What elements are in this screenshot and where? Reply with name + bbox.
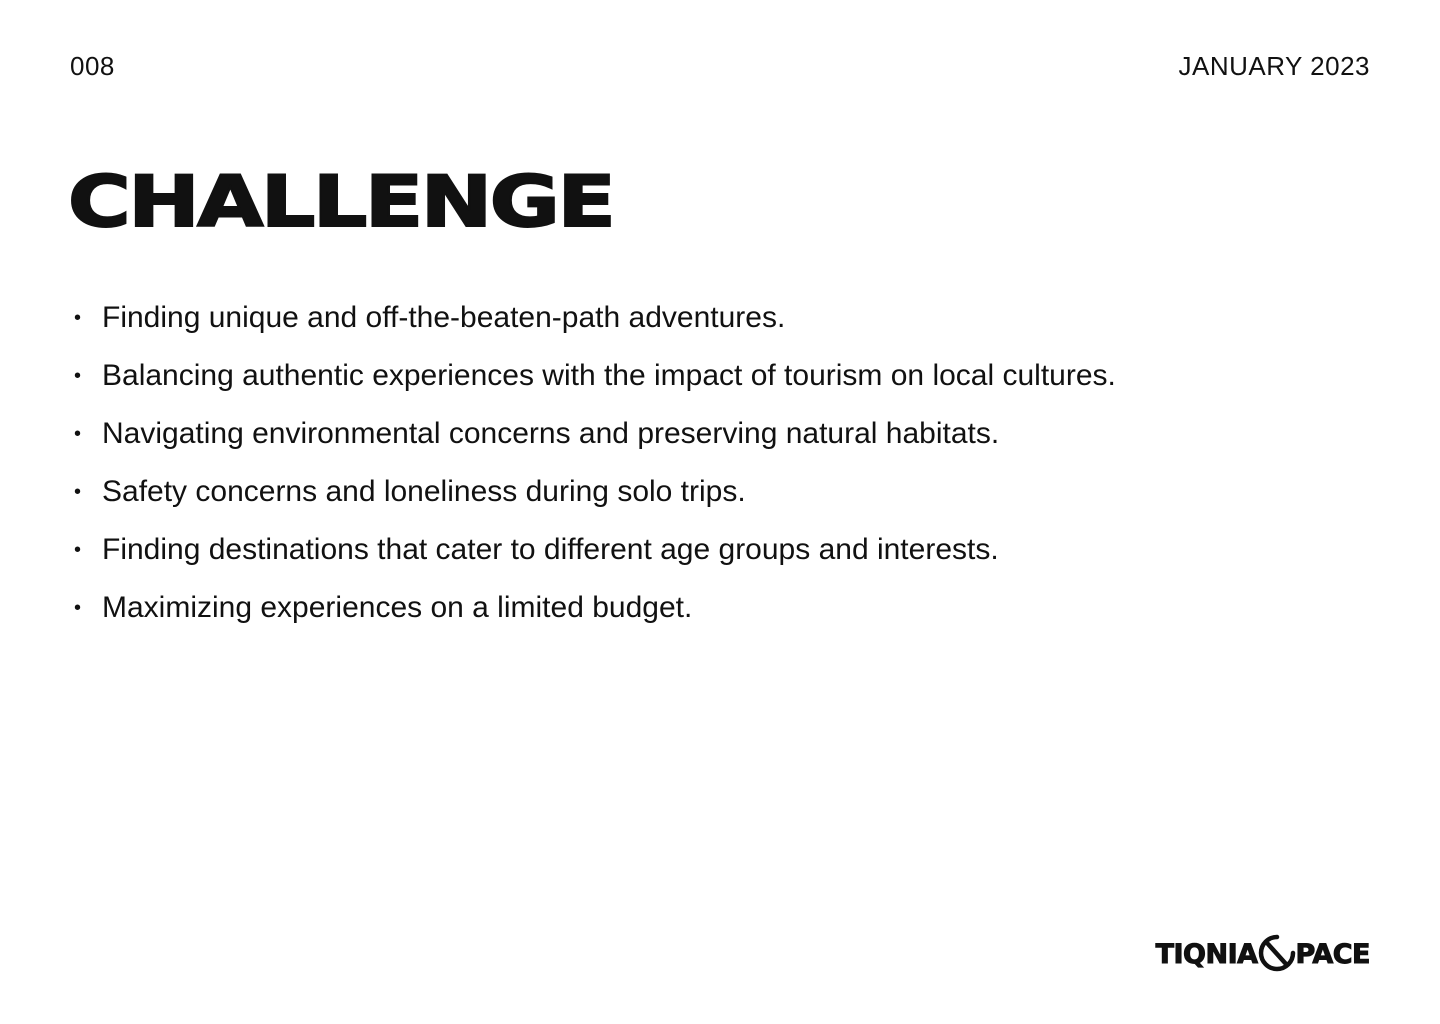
bullet-icon: • [74, 307, 82, 329]
page-number: 008 [70, 51, 115, 81]
list-item-text: Finding unique and off-the-beaten-path a… [102, 301, 786, 334]
slide: { "header": { "page_number": "008", "dat… [0, 0, 1440, 1024]
bullet-icon: • [74, 481, 82, 503]
list-item-text: Finding destinations that cater to diffe… [102, 533, 999, 566]
brand-logo: TIQNIA PACE [1155, 934, 1371, 974]
logo-text-right: PACE [1295, 938, 1371, 970]
s-swirl-icon [1258, 934, 1295, 972]
bullet-icon: • [74, 539, 82, 561]
list-item: • Balancing authentic experiences with t… [70, 352, 1150, 400]
logo-text-left: TIQNIA [1155, 938, 1258, 970]
list-item-text: Maximizing experiences on a limited budg… [102, 591, 693, 624]
bullet-icon: • [74, 365, 82, 387]
page-title: CHALLENGE [67, 160, 617, 244]
list-item-text: Balancing authentic experiences with the… [102, 359, 1116, 392]
list-item: • Safety concerns and loneliness during … [70, 468, 1150, 516]
list-item: • Finding destinations that cater to dif… [70, 526, 1150, 574]
list-item: • Maximizing experiences on a limited bu… [70, 584, 1150, 632]
list-item-text: Navigating environmental concerns and pr… [102, 417, 1000, 450]
page-date: JANUARY 2023 [1178, 51, 1370, 81]
challenge-list: • Finding unique and off-the-beaten-path… [70, 294, 1150, 642]
bullet-icon: • [74, 597, 82, 619]
list-item: • Finding unique and off-the-beaten-path… [70, 294, 1150, 342]
list-item-text: Safety concerns and loneliness during so… [102, 475, 746, 508]
bullet-icon: • [74, 423, 82, 445]
list-item: • Navigating environmental concerns and … [70, 410, 1150, 458]
